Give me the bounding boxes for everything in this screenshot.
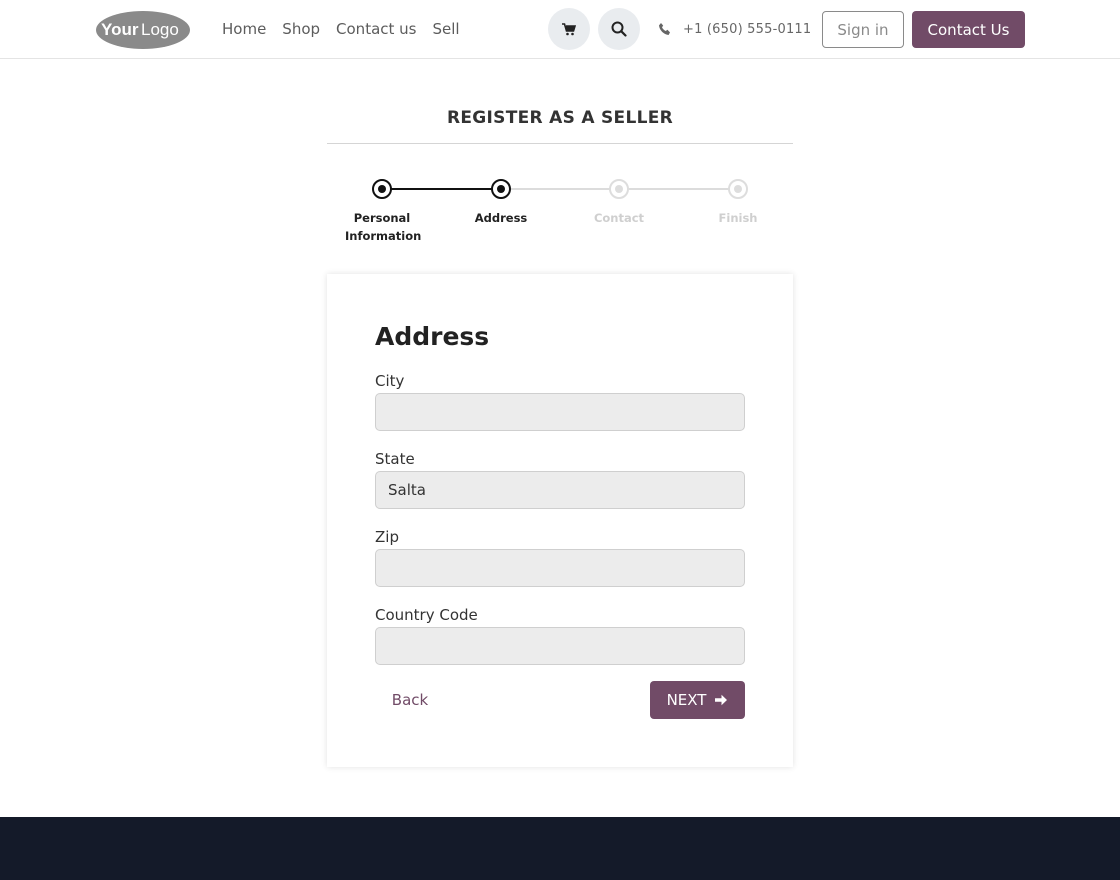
logo[interactable]: Your Logo bbox=[95, 10, 190, 49]
phone-contact[interactable]: +1 (650) 555-0111 bbox=[658, 19, 811, 39]
title-divider bbox=[327, 143, 793, 144]
step-indicator-address bbox=[491, 179, 511, 199]
next-button[interactable]: NEXT bbox=[650, 681, 745, 719]
phone-number: +1 (650) 555-0111 bbox=[683, 21, 812, 37]
search-icon bbox=[611, 21, 627, 37]
nav-sell[interactable]: Sell bbox=[432, 20, 459, 38]
country-code-label: Country Code bbox=[375, 606, 478, 624]
state-field[interactable] bbox=[375, 471, 745, 509]
step-label-address: Address bbox=[474, 211, 528, 225]
step-indicator-personal-information bbox=[372, 179, 392, 199]
page-title: REGISTER AS A SELLER bbox=[446, 108, 674, 128]
svg-text:Your: Your bbox=[101, 20, 139, 39]
step-connector-3 bbox=[628, 188, 738, 190]
site-header: Your Logo Home Shop Contact us Sell +1 (… bbox=[0, 0, 1120, 59]
step-indicator-finish bbox=[728, 179, 748, 199]
step-connector-2 bbox=[510, 188, 620, 190]
nav-home[interactable]: Home bbox=[222, 20, 266, 38]
step-label-contact: Contact bbox=[593, 211, 645, 225]
svg-text:Logo: Logo bbox=[141, 20, 179, 39]
country-code-field[interactable] bbox=[375, 627, 745, 665]
back-button[interactable]: Back bbox=[375, 681, 445, 719]
contact-us-button[interactable]: Contact Us bbox=[912, 11, 1025, 48]
city-field[interactable] bbox=[375, 393, 745, 431]
zip-label: Zip bbox=[375, 528, 399, 546]
nav-contact-us[interactable]: Contact us bbox=[336, 20, 416, 38]
form-title: Address bbox=[375, 322, 490, 351]
city-label: City bbox=[375, 372, 405, 390]
phone-icon bbox=[659, 23, 670, 35]
cart-button[interactable] bbox=[548, 8, 590, 50]
nav-shop[interactable]: Shop bbox=[282, 20, 320, 38]
search-button[interactable] bbox=[598, 8, 640, 50]
zip-field[interactable] bbox=[375, 549, 745, 587]
step-label-personal-information: Personal Information bbox=[345, 211, 422, 243]
cart-icon bbox=[562, 22, 576, 35]
arrow-right-icon bbox=[714, 693, 728, 707]
address-form-card: Address City State Zip Country Code Back… bbox=[327, 274, 793, 767]
next-button-label: NEXT bbox=[666, 691, 707, 709]
step-label-finish: Finish bbox=[718, 211, 758, 225]
step-connector-1 bbox=[391, 188, 501, 190]
site-footer bbox=[0, 817, 1120, 880]
state-label: State bbox=[375, 450, 415, 468]
sign-in-button[interactable]: Sign in bbox=[822, 11, 904, 48]
step-indicator-contact bbox=[609, 179, 629, 199]
main-nav: Home Shop Contact us Sell bbox=[222, 0, 476, 58]
